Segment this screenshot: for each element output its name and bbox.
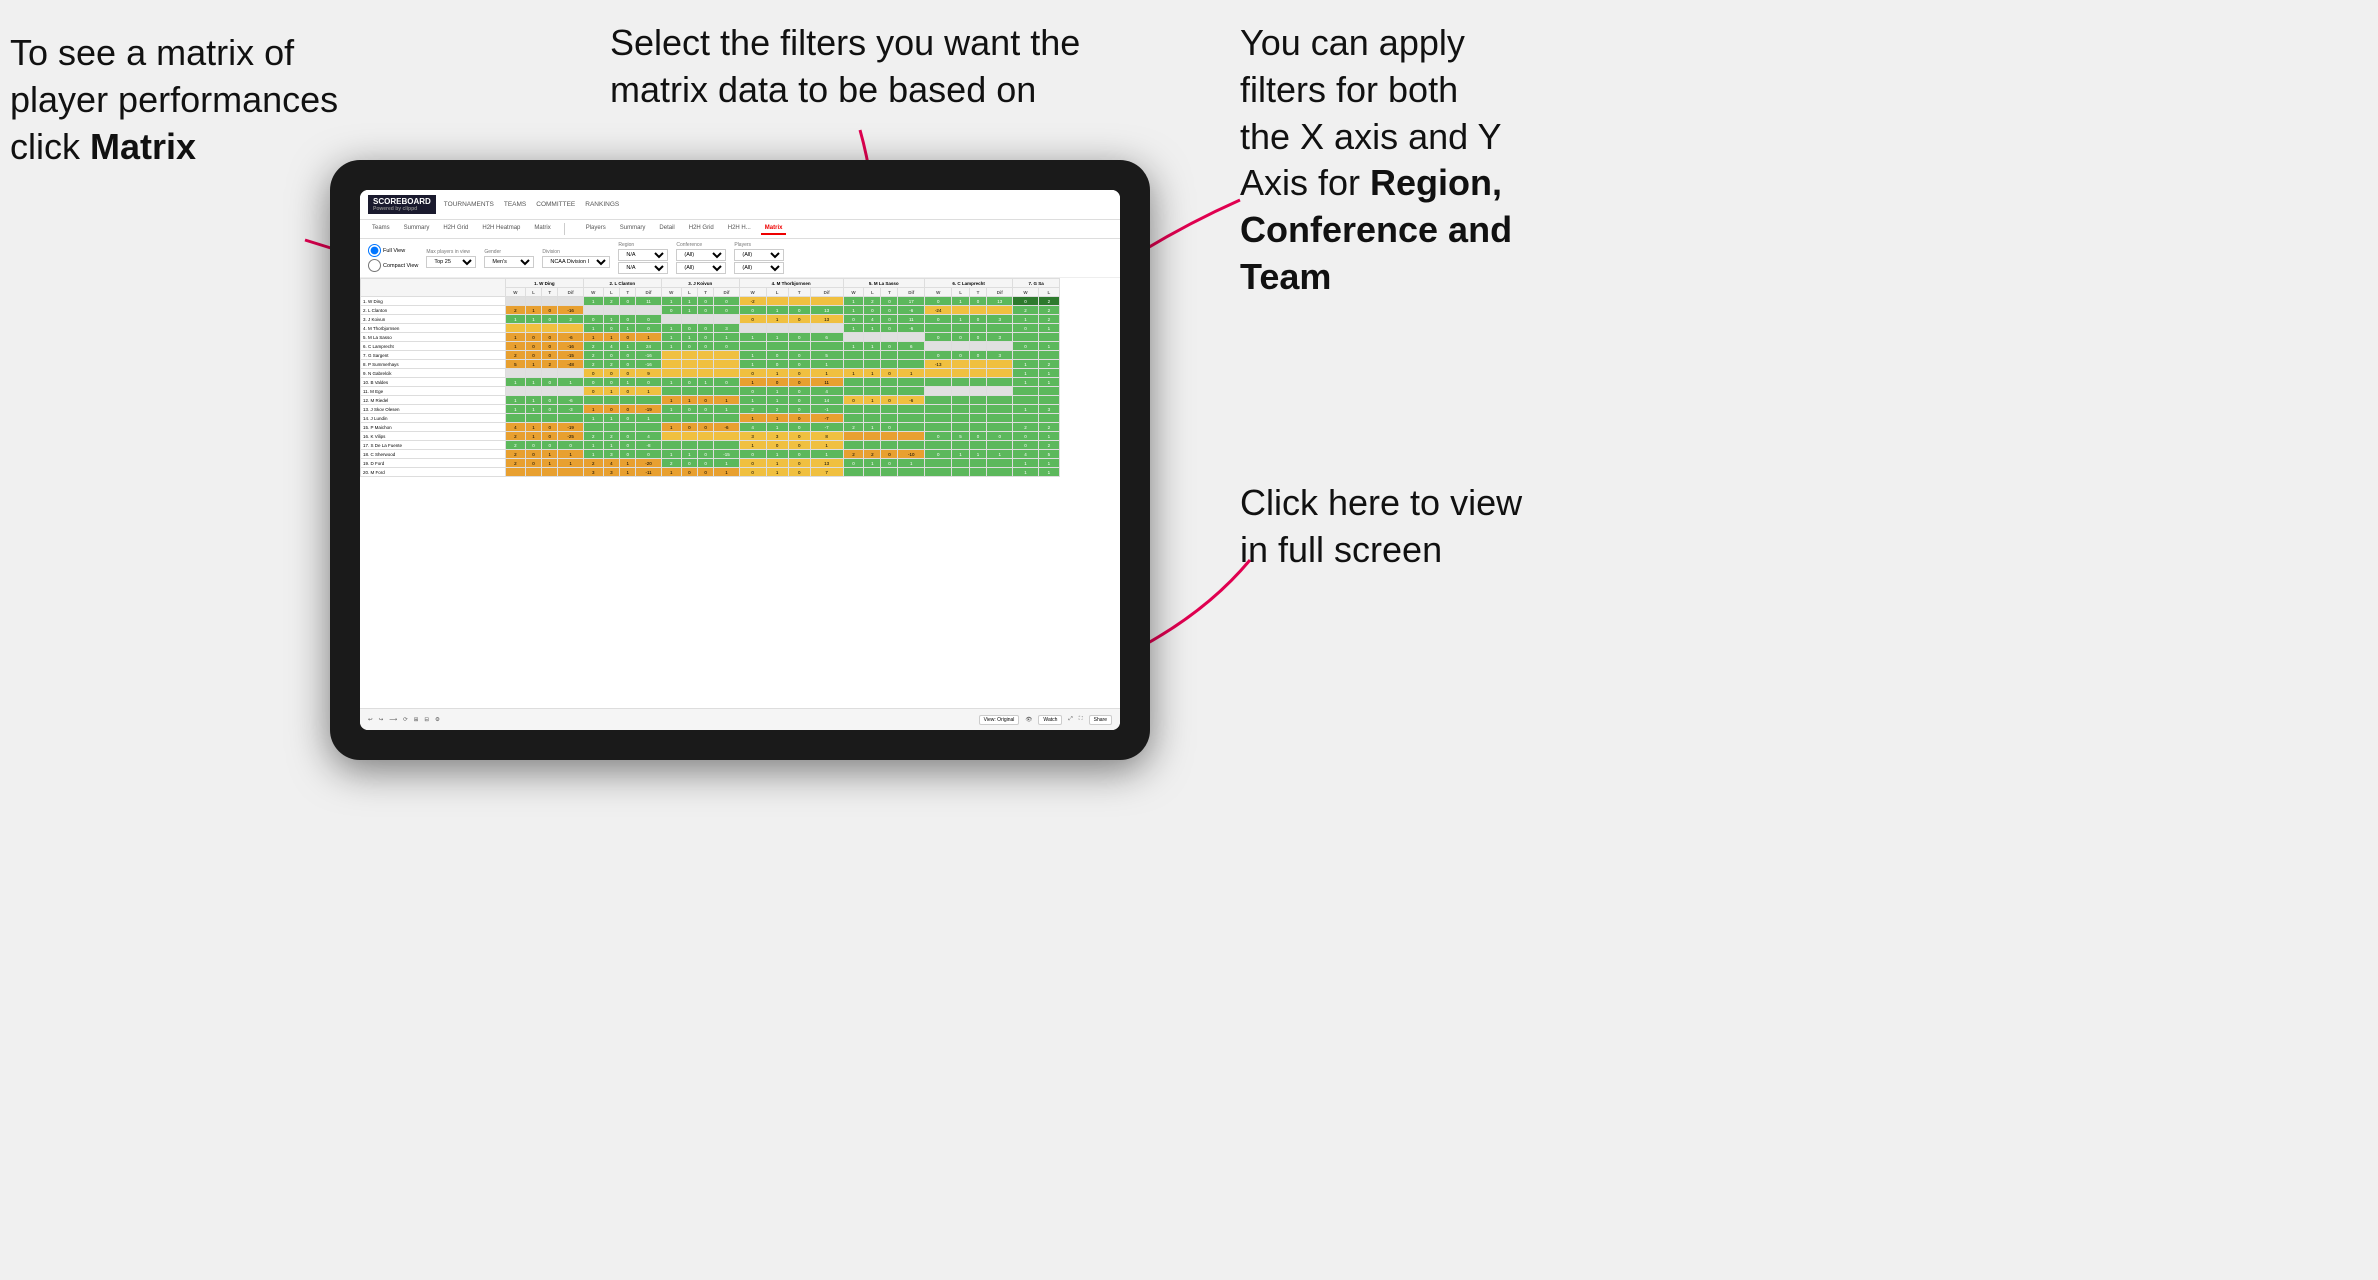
tablet-frame: SCOREBOARD Powered by clippd TOURNAMENTS… <box>330 160 1150 760</box>
tablet-screen: SCOREBOARD Powered by clippd TOURNAMENTS… <box>360 190 1120 730</box>
full-view-radio[interactable] <box>368 244 381 257</box>
region-x-select[interactable]: N/A <box>618 249 668 261</box>
toolbar-icon-watch[interactable]: 👁 <box>1025 717 1032 723</box>
table-row: 18. C Sherwood 2011 1300 110-15 0101 220… <box>361 450 1060 459</box>
toolbar-icon-expand[interactable]: ⤢ <box>1068 716 1072 723</box>
table-row: 15. P Maichon 410-19 100-6 410-7 210 22 <box>361 423 1060 432</box>
table-row: 5. M La Sasso 100-6 1101 1101 1106 0003 <box>361 333 1060 342</box>
players-y-select[interactable]: (All) <box>734 262 784 274</box>
nav-teams[interactable]: TEAMS <box>504 199 526 210</box>
tab-active-matrix[interactable]: Matrix <box>761 223 787 235</box>
table-row: 20. M Ford 331-11 1001 0107 11 <box>361 468 1060 477</box>
table-row: 19. D Ford 2011 241-20 2001 01013 0101 1… <box>361 459 1060 468</box>
compact-view-option[interactable]: Compact View <box>368 259 418 272</box>
table-row: 9. N Gabrelcik 0009 0101 1101 11 <box>361 369 1060 378</box>
annotation-bottom-right: Click here to view in full screen <box>1240 480 1600 574</box>
tab-p-h2h-grid[interactable]: H2H Grid <box>685 223 718 235</box>
table-row: 4. M Thorbjornsen 1010 1003 110-6 01 <box>361 324 1060 333</box>
matrix-table: 1. W Ding 2. L Clanton 3. J Koivun 4. M … <box>360 278 1060 477</box>
gender-select[interactable]: Men's <box>484 256 534 268</box>
annotation-top-right: You can apply filters for both the X axi… <box>1240 20 1620 301</box>
nav-rankings[interactable]: RANKINGS <box>585 199 619 210</box>
tab-p-summary[interactable]: Summary <box>616 223 650 235</box>
toolbar-icon-add[interactable]: ⊞ <box>414 717 419 723</box>
table-row: 1. W Ding 12011 1100 -2 12017 01013 02 <box>361 297 1060 306</box>
toolbar-icon-redo[interactable]: ↪ <box>379 717 384 723</box>
tab-summary[interactable]: Summary <box>400 223 434 235</box>
region-filter: Region N/A N/A <box>618 242 668 274</box>
col-header-7: 7. G Sa <box>1013 279 1060 288</box>
table-row: 12. M Riedel 110-6 1101 11014 010-6 <box>361 396 1060 405</box>
gender-filter: Gender Men's <box>484 249 534 268</box>
watch-button[interactable]: Watch <box>1038 715 1062 725</box>
tab-teams[interactable]: Teams <box>368 223 394 235</box>
tab-players[interactable]: Players <box>582 223 610 235</box>
toolbar-icon-minus[interactable]: ⊟ <box>424 717 429 723</box>
matrix-area[interactable]: 1. W Ding 2. L Clanton 3. J Koivun 4. M … <box>360 278 1120 708</box>
toolbar-icon-forward[interactable]: ⟶ <box>389 717 397 723</box>
table-row: 17. S De La Fuente 2000 110-8 1001 02 <box>361 441 1060 450</box>
table-row: 2. L Clanton 210-16 0100 01013 100-6 -24… <box>361 306 1060 315</box>
full-view-option[interactable]: Full View <box>368 244 418 257</box>
division-filter: Division NCAA Division I <box>542 249 610 268</box>
tab-p-h2h-h[interactable]: H2H H... <box>724 223 755 235</box>
tab-matrix[interactable]: Matrix <box>530 223 554 235</box>
col-header-5: 5. M La Sasso <box>843 279 925 288</box>
nav-tournaments[interactable]: TOURNAMENTS <box>444 199 494 210</box>
view-options: Full View Compact View <box>368 244 418 272</box>
sub-nav: Teams Summary H2H Grid H2H Heatmap Matri… <box>360 220 1120 239</box>
annotation-top-left: To see a matrix of player performances c… <box>10 30 390 170</box>
col-header-4: 4. M Thorbjornsen <box>739 279 843 288</box>
table-row: 14. J Lundin 1101 110-7 <box>361 414 1060 423</box>
nav-committee[interactable]: COMMITTEE <box>536 199 575 210</box>
table-row: 6. C Lamprecht 100-16 24124 1000 1106 01 <box>361 342 1060 351</box>
tab-h2h-grid[interactable]: H2H Grid <box>439 223 472 235</box>
compact-view-radio[interactable] <box>368 259 381 272</box>
tab-p-detail[interactable]: Detail <box>655 223 678 235</box>
table-row: 11. M Ege 0101 0104 <box>361 387 1060 396</box>
table-row: 16. K Vilips 210-25 2204 3308 0500 01 <box>361 432 1060 441</box>
table-row: 3. J Koivun 1102 0100 01013 04011 0103 1… <box>361 315 1060 324</box>
toolbar-icon-undo[interactable]: ↩ <box>368 717 373 723</box>
max-players-filter: Max players in view Top 25 <box>426 249 476 268</box>
conference-y-select[interactable]: (All) <box>676 262 726 274</box>
share-button[interactable]: Share <box>1089 715 1112 725</box>
view-original-button[interactable]: View: Original <box>979 715 1020 725</box>
division-select[interactable]: NCAA Division I <box>542 256 610 268</box>
scoreboard-logo: SCOREBOARD Powered by clippd <box>368 195 436 214</box>
table-row: 10. B Valdes 1101 0010 1010 10011 11 <box>361 378 1060 387</box>
max-players-select[interactable]: Top 25 <box>426 256 476 268</box>
col-header-3: 3. J Koivun <box>661 279 739 288</box>
toolbar: ↩ ↪ ⟶ ⟳ ⊞ ⊟ ⚙ View: Original 👁 Watch ⤢ ⛶… <box>360 708 1120 730</box>
players-x-select[interactable]: (All) <box>734 249 784 261</box>
table-row: 8. P Summerhays 512-48 220-16 1001 -13 1… <box>361 360 1060 369</box>
scoreboard-header: SCOREBOARD Powered by clippd TOURNAMENTS… <box>360 190 1120 220</box>
toolbar-icon-settings[interactable]: ⚙ <box>435 717 440 723</box>
col-header-6: 6. C Lamprecht <box>925 279 1013 288</box>
tab-h2h-heatmap[interactable]: H2H Heatmap <box>478 223 524 235</box>
col-header-2: 2. L Clanton <box>583 279 661 288</box>
conference-filter: Conference (All) (All) <box>676 242 726 274</box>
annotation-top-center: Select the filters you want the matrix d… <box>610 20 1110 114</box>
region-y-select[interactable]: N/A <box>618 262 668 274</box>
players-filter: Players (All) (All) <box>734 242 784 274</box>
table-row: 13. J Skov Olesen 110-3 100-19 1001 220-… <box>361 405 1060 414</box>
toolbar-icon-fullscreen[interactable]: ⛶ <box>1079 716 1083 723</box>
conference-x-select[interactable]: (All) <box>676 249 726 261</box>
table-row: 7. G Sargent 200-15 200-16 1005 0003 <box>361 351 1060 360</box>
main-nav: TOURNAMENTS TEAMS COMMITTEE RANKINGS <box>444 199 619 210</box>
toolbar-icon-refresh[interactable]: ⟳ <box>403 717 408 723</box>
col-header-name <box>361 279 506 297</box>
filters-row: Full View Compact View Max players in vi… <box>360 239 1120 278</box>
col-header-1: 1. W Ding <box>505 279 583 288</box>
